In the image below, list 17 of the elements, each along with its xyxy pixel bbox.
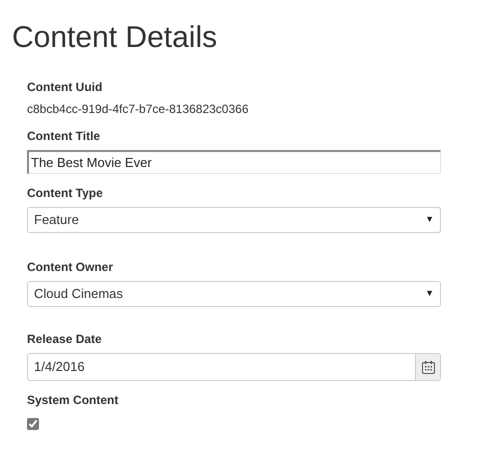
dropdown[interactable]: Cloud Cinemas ▼ [27, 281, 441, 307]
field-label: Content Type [27, 185, 104, 201]
calendar-button[interactable] [416, 353, 441, 381]
system-checkbox[interactable] [27, 418, 39, 430]
dropdown-arrow-icon: ▼ [425, 287, 434, 301]
date-input[interactable]: 1/4/2016 [27, 353, 416, 381]
field-label: Content Owner [27, 259, 114, 275]
page-title: Content Details [12, 20, 218, 56]
title-input[interactable]: The Best Movie Ever [27, 150, 441, 174]
field-label: System Content [27, 392, 120, 408]
field-label: Content Title [27, 128, 102, 144]
calendar-icon [422, 360, 434, 374]
dropdown[interactable]: Feature ▼ [27, 207, 441, 233]
field-label: Content Uuid [27, 79, 104, 95]
dropdown-arrow-icon: ▼ [425, 213, 434, 227]
uuid-text: c8bcb4cc-919d-4fc7-b7ce-8136823c0366 [27, 101, 250, 117]
field-label: Release Date [27, 331, 103, 347]
